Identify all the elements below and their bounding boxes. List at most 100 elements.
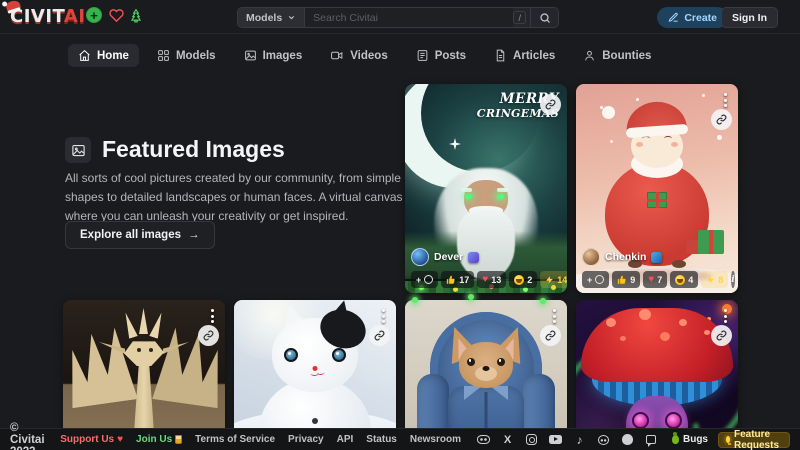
civitai-logo[interactable]: CIVITAI [10,6,86,27]
footer-link-label: Privacy [288,434,324,445]
user-badge [468,252,479,263]
creator-row[interactable]: Chenkin [582,248,732,266]
add-reaction-button[interactable]: + [582,271,609,288]
heart-reaction[interactable]: ♥7 [643,271,667,288]
card-menu-button[interactable] [551,307,558,325]
card-menu-button[interactable] [722,307,729,325]
heart-count: 13 [491,275,501,285]
copyright: © Civitai 2023 [10,422,47,450]
tab-images[interactable]: Images [234,44,313,67]
copy-link-button[interactable] [711,109,732,130]
discord-icon[interactable] [476,432,491,447]
footer-link-privacy[interactable]: Privacy [288,434,324,445]
art-shape [665,412,682,429]
holiday-event-button[interactable] [128,7,144,23]
reaction-bar: + 9 ♥7 4 8 i [582,271,732,288]
page-description: All sorts of cool pictures created by ou… [65,169,403,227]
zap-icon [706,275,715,285]
twitch-icon[interactable] [644,432,659,447]
copy-link-button[interactable] [540,94,561,115]
pencil-icon [668,12,679,23]
copy-link-button[interactable] [369,325,390,346]
art-shape [284,348,298,362]
reaction-bar: + 17 ♥13 2 14 i [411,271,561,288]
heart-icon: ♥ [482,275,488,285]
art-shape [124,336,164,366]
search-submit-button[interactable] [530,8,558,27]
support-heart-button[interactable] [108,7,124,23]
footer-link-newsroom[interactable]: Newsroom [410,434,461,445]
reddit-icon[interactable] [596,432,611,447]
arrow-right-icon: → [188,229,200,241]
tab-bounties[interactable]: Bounties [573,44,661,67]
create-button-label: Create [684,12,717,24]
art-shape [671,142,678,147]
footer-link-api[interactable]: API [337,434,354,445]
primary-nav-tabs: Home Models Images Videos Posts Articles… [68,44,661,67]
footer-link-join-us[interactable]: Join Us [136,434,182,445]
art-shape [497,358,505,366]
art-shape [581,308,733,382]
bugs-button[interactable]: Bugs [672,434,708,445]
instagram-icon[interactable] [524,432,539,447]
laugh-reaction[interactable]: 2 [509,271,537,288]
like-reaction[interactable]: 17 [441,271,474,288]
card-menu-button[interactable] [722,91,729,109]
image-info-button[interactable]: i [731,271,734,288]
avatar[interactable] [411,248,429,266]
add-button[interactable]: + [86,7,102,23]
footer-link-status[interactable]: Status [366,434,397,445]
art-shape [149,311,166,339]
laugh-reaction[interactable]: 4 [670,271,698,288]
tab-videos[interactable]: Videos [320,44,398,67]
card-menu-button[interactable] [209,307,216,325]
tab-articles[interactable]: Articles [484,44,565,67]
laugh-emoji-icon [675,275,685,285]
avatar[interactable] [582,248,600,266]
art-shape [457,210,515,280]
card-menu-button[interactable] [380,307,387,325]
explore-all-images-button[interactable]: Explore all images → [65,221,215,249]
lightbulb-icon [726,436,730,443]
featured-image-card[interactable]: Chenkin + 9 ♥7 4 8 i [576,84,738,293]
search-category-dropdown[interactable]: Models [238,8,305,27]
github-icon[interactable] [620,432,635,447]
art-shape [459,342,513,388]
art-shape [332,348,346,362]
search-input[interactable] [305,8,513,27]
username[interactable]: Chenkin [605,251,646,263]
heart-icon: ♥ [117,434,123,445]
add-reaction-button[interactable]: + [411,271,438,288]
civitai-homepage: CIVITAI + Models / Create Sign In [0,0,800,450]
like-reaction[interactable]: 9 [612,271,640,288]
feature-requests-button[interactable]: Feature Requests [718,432,790,448]
x-twitter-icon[interactable]: X [500,432,515,447]
create-button[interactable]: Create [657,7,728,28]
copy-link-button[interactable] [198,325,219,346]
zap-reaction[interactable]: 14 [540,271,567,288]
art-shape [63,326,138,408]
copy-link-button[interactable] [711,325,732,346]
username[interactable]: Dever [434,251,463,263]
footer-link-support-us[interactable]: Support Us♥ [60,434,123,445]
sign-in-button[interactable]: Sign In [721,7,778,28]
art-shape [312,418,318,424]
search-bar: Models / [237,7,559,28]
santa-hat-icon [5,0,21,12]
tab-home[interactable]: Home [68,44,139,67]
tab-models[interactable]: Models [147,44,226,67]
heart-reaction[interactable]: ♥13 [477,271,506,288]
creator-row[interactable]: Dever [411,248,561,266]
youtube-icon[interactable] [548,432,563,447]
footer-link-terms[interactable]: Terms of Service [195,434,275,445]
heart-count: 7 [657,275,662,285]
tab-posts[interactable]: Posts [406,44,476,67]
copy-link-button[interactable] [540,325,561,346]
zap-reaction[interactable]: 8 [701,271,728,288]
tiktok-icon[interactable]: ♪ [572,432,587,447]
sign-in-label: Sign In [732,12,767,24]
featured-image-card[interactable]: MERRY CRINGEMAS Dever + 17 ♥13 2 14 i [405,84,567,293]
art-shape [483,366,490,371]
user-badge [651,252,662,263]
plus-icon: + [90,9,98,22]
